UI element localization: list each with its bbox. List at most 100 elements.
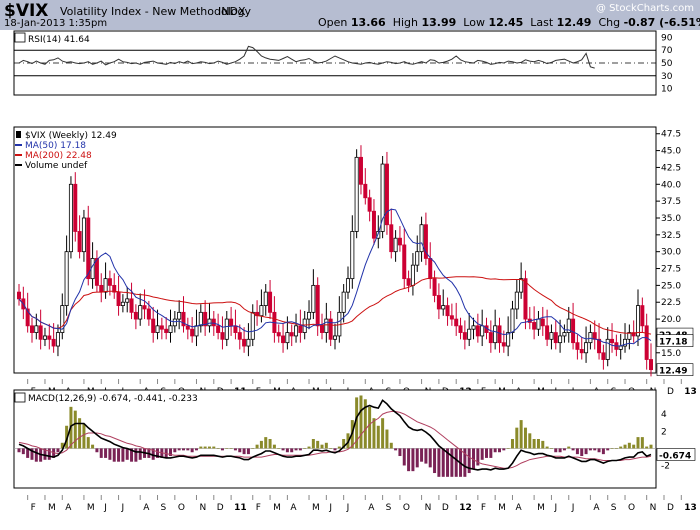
- price-candle: [549, 332, 554, 340]
- price-candle: [384, 163, 389, 226]
- price-candle: [558, 335, 563, 344]
- price-candle: [224, 318, 229, 340]
- macd-histogram-bar: [285, 448, 289, 453]
- macd-histogram-bar: [497, 448, 501, 453]
- macd-histogram-bar: [329, 448, 333, 449]
- macd-histogram-bar: [549, 448, 553, 449]
- price-candle: [285, 332, 290, 344]
- price-candle: [172, 318, 177, 327]
- last-price-tag: 12.49: [659, 367, 687, 377]
- price-candle: [185, 325, 190, 330]
- macd-histogram-bar: [56, 448, 60, 453]
- macd-histogram-bar: [619, 446, 623, 449]
- macd-histogram-bar: [532, 439, 536, 449]
- rsi-legend: RSI(14) 41.64: [28, 35, 90, 45]
- price-candle: [38, 325, 43, 340]
- macd-histogram-bar: [584, 448, 588, 455]
- macd-histogram-bar: [415, 448, 419, 468]
- price-candle: [475, 325, 480, 337]
- price-candle: [207, 318, 212, 327]
- macd-x-label: J: [553, 503, 557, 513]
- macd-histogram-bar: [117, 448, 121, 462]
- price-candle: [597, 338, 602, 354]
- macd-histogram-bar: [190, 448, 194, 453]
- macd-histogram-bar: [233, 448, 237, 451]
- price-candle: [268, 291, 273, 313]
- macd-x-label: D: [442, 503, 449, 513]
- macd-histogram-bar: [372, 418, 376, 449]
- price-candle: [99, 284, 104, 293]
- price-candle: [107, 278, 112, 286]
- macd-x-label: A: [143, 503, 150, 513]
- macd-histogram-bar: [554, 448, 558, 453]
- price-candle: [410, 264, 415, 286]
- macd-histogram-bar: [246, 448, 250, 455]
- price-candle: [350, 231, 355, 280]
- macd-histogram-bar: [359, 395, 363, 449]
- price-candle: [216, 325, 221, 333]
- macd-histogram-bar: [73, 410, 77, 449]
- macd-x-label: 13: [684, 503, 697, 513]
- macd-histogram-bar: [424, 448, 428, 464]
- macd-histogram-bar: [640, 437, 644, 449]
- macd-x-label: A: [290, 503, 297, 513]
- macd-histogram-bar: [17, 448, 21, 453]
- price-candle: [358, 156, 363, 185]
- macd-x-label: F: [481, 503, 486, 513]
- price-candle: [402, 244, 407, 280]
- macd-x-label: F: [31, 503, 36, 513]
- macd-histogram-bar: [606, 448, 610, 451]
- price-candle: [298, 325, 303, 333]
- price-candle: [367, 197, 372, 212]
- macd-x-label: M: [537, 503, 545, 513]
- macd-histogram-bar: [121, 448, 125, 462]
- price-y-tick: 30.0: [661, 248, 681, 258]
- price-legend-1: MA(50) 17.18: [25, 141, 86, 151]
- macd-histogram-bar: [420, 448, 424, 462]
- macd-histogram-bar: [597, 448, 601, 453]
- macd-y-tick: 4: [661, 410, 667, 420]
- macd-histogram-bar: [95, 448, 99, 453]
- macd-histogram-bar: [229, 448, 233, 449]
- macd-histogram-bar: [523, 427, 527, 449]
- macd-histogram-bar: [433, 448, 437, 474]
- price-candle: [480, 325, 485, 337]
- macd-histogram-bar: [238, 448, 242, 453]
- macd-histogram-bar: [510, 439, 514, 449]
- price-candle: [497, 325, 502, 344]
- price-candle: [190, 328, 195, 337]
- price-candle: [493, 325, 498, 344]
- price-candle: [458, 325, 463, 333]
- macd-histogram-bar: [567, 446, 571, 449]
- price-candle: [636, 305, 641, 337]
- macd-x-label: 11: [234, 503, 247, 513]
- macd-x-label: J: [328, 503, 332, 513]
- price-y-tick: 37.5: [661, 197, 681, 207]
- macd-histogram-bar: [298, 448, 302, 451]
- macd-x-label: O: [403, 503, 410, 513]
- macd-x-label: S: [611, 503, 617, 513]
- macd-x-label: O: [178, 503, 185, 513]
- macd-histogram-bar: [216, 448, 220, 449]
- price-legend-2: MA(200) 22.48: [25, 151, 92, 161]
- macd-histogram-bar: [82, 423, 86, 449]
- macd-histogram-bar: [394, 448, 398, 451]
- price-candle: [488, 332, 493, 344]
- macd-histogram-bar: [515, 427, 519, 449]
- price-x-label: 13: [684, 387, 697, 397]
- macd-y-tick: -2: [661, 462, 670, 472]
- macd-histogram-bar: [601, 448, 605, 455]
- price-candle: [86, 217, 91, 280]
- price-candle: [294, 325, 299, 337]
- macd-x-label: M: [273, 503, 281, 513]
- macd-x-label: J: [103, 503, 107, 513]
- macd-x-label: S: [386, 503, 392, 513]
- price-candle: [16, 291, 21, 300]
- price-candle: [133, 311, 138, 320]
- price-candle: [393, 237, 398, 253]
- price-candle: [237, 332, 242, 340]
- price-candle: [315, 284, 320, 327]
- price-candle: [445, 305, 450, 317]
- macd-histogram-bar: [281, 448, 285, 451]
- rsi-y-tick: 50: [661, 59, 673, 69]
